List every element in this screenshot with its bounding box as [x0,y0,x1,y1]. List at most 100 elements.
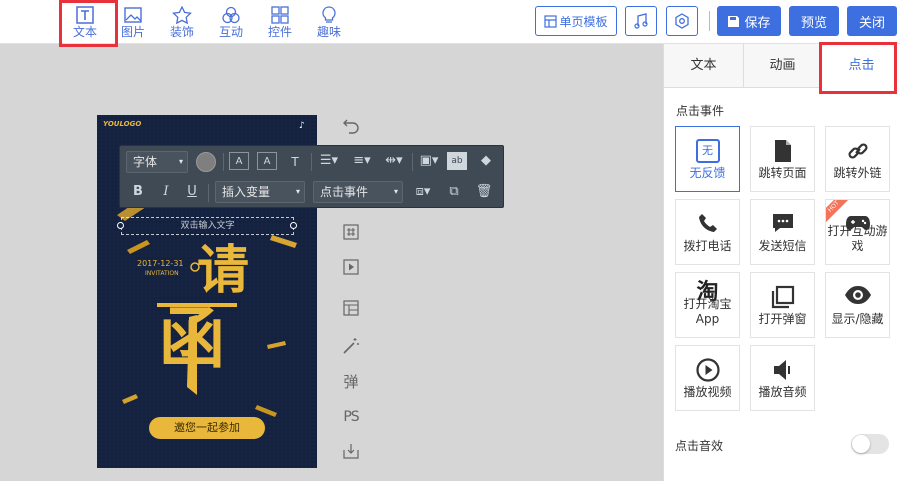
template-icon [544,14,558,28]
music-button[interactable] [625,6,657,36]
interaction-icon [222,6,240,24]
font-size-increase-icon[interactable]: A [229,152,249,170]
event-play-audio[interactable]: 播放音频 [750,345,815,411]
tiktok-icon: ♪ [299,121,305,131]
font-size-decrease-icon[interactable]: A [257,152,277,170]
click-event-label: 点击事件 [320,185,369,199]
event-jump-page[interactable]: 跳转页面 [750,126,815,192]
event-open-popup[interactable]: 打开弹窗 [750,272,815,338]
save-label: 保存 [744,15,771,31]
save-icon [728,15,740,27]
bold-button[interactable]: B [130,182,146,202]
event-label: 发送短信 [758,239,807,253]
play-icon-svg [343,259,359,275]
eraser-icon[interactable]: ◆ [475,151,497,171]
toolbar-separator [223,153,224,171]
event-external-link[interactable]: 跳转外链 [825,126,890,192]
background-color-icon[interactable]: ab [447,152,467,170]
poster-big-char-2: 函 [159,299,225,377]
letter-spacing-icon[interactable]: ⇹▾ [381,151,407,171]
copy-icon[interactable]: ⧉ [444,182,464,202]
delete-icon[interactable]: 🗑 [474,182,494,202]
event-label: 打开弹窗 [758,312,807,326]
event-label: 播放音频 [758,385,807,399]
top-toolbar: 文本 图片 装饰 互动 控件 趣味 单页模板 保存 预览 关闭 [0,0,900,44]
poster-big-char-1: 请 [197,240,250,301]
click-event-section-title: 点击事件 [676,104,725,118]
event-no-feedback[interactable]: 无 无反馈 [675,126,740,192]
event-open-taobao[interactable]: 淘 打开淘宝App [675,272,740,338]
tool-fun[interactable]: 趣味 [309,4,349,42]
click-event-select[interactable]: 点击事件 ▾ [313,181,403,203]
no-feedback-glyph: 无 [695,139,720,163]
line-height-icon[interactable]: ≡▾ [349,151,375,171]
italic-button[interactable]: I [158,182,174,202]
no-feedback-icon: 无 [676,139,739,165]
event-show-hide[interactable]: 显示/隐藏 [825,272,890,338]
ps-icon[interactable]: PS [341,407,361,427]
caret-down-icon: ▾ [393,187,398,196]
magic-wand-icon-svg [343,338,359,354]
magic-wand-icon[interactable] [341,337,361,357]
layout-icon[interactable] [341,300,361,320]
widget-grid-icon [271,6,289,24]
tool-interaction-label: 互动 [218,25,243,39]
save-button[interactable]: 保存 [717,6,781,36]
tool-image[interactable]: 图片 [113,4,153,42]
click-sound-label: 点击音效 [675,439,724,453]
single-page-template-button[interactable]: 单页模板 [535,6,617,36]
resize-handle-left[interactable] [117,222,124,229]
highlight-box-text-tool [59,0,118,47]
align-icon[interactable]: ☰▾ [316,151,342,171]
properties-panel: 文本 动画 点击 点击事件 无 无反馈 跳转页面 跳转外链 拨打电话 发送短信 … [663,44,900,481]
toolbar-separator [412,153,413,171]
tool-fun-label: 趣味 [316,25,341,39]
event-label: 播放视频 [683,385,732,399]
font-select-label: 字体 [133,155,158,169]
popup-icon[interactable]: 弹 [341,372,361,392]
download-icon[interactable] [341,443,361,463]
poster-cta-button[interactable]: 邀您一起参加 [149,417,265,439]
tool-widget[interactable]: 控件 [260,4,300,42]
text-spacing-icon[interactable]: T [285,152,305,172]
toggle-knob [852,435,870,453]
star-icon [172,6,192,24]
selected-text-box[interactable]: 双击输入文字 [121,217,294,235]
event-open-game[interactable]: HOT 打开互动游戏 [825,199,890,265]
eye-icon [826,285,889,311]
bulb-icon [322,6,336,23]
single-page-template-label: 单页模板 [559,14,608,29]
preview-button[interactable]: 预览 [789,6,839,36]
play-icon[interactable] [341,259,361,279]
settings-button[interactable] [666,6,698,36]
tab-text[interactable]: 文本 [664,44,744,88]
tool-decoration[interactable]: 装饰 [162,4,202,42]
link-icon [826,139,889,165]
event-send-sms[interactable]: 发送短信 [750,199,815,265]
tab-animation[interactable]: 动画 [744,44,822,88]
popup-window-icon [751,285,814,311]
event-label: 打开淘宝App [683,297,732,326]
undo-icon[interactable] [341,116,361,136]
sms-icon [751,212,814,238]
resize-handle-right[interactable] [290,222,297,229]
event-call-phone[interactable]: 拨打电话 [675,199,740,265]
caret-down-icon: ▾ [295,187,300,196]
gear-icon [675,13,689,29]
event-play-video[interactable]: 播放视频 [675,345,740,411]
shadow-icon[interactable]: ▣▾ [417,151,441,171]
tool-interaction[interactable]: 互动 [211,4,251,42]
click-sound-toggle[interactable] [851,434,889,454]
toolbar-divider [709,11,710,31]
close-button[interactable]: 关闭 [847,6,897,36]
preview-label: 预览 [800,15,827,31]
underline-button[interactable]: U [184,182,200,202]
event-label: 无反馈 [689,166,726,180]
event-label: 打开互动游戏 [827,224,888,253]
hash-icon[interactable] [341,224,361,244]
insert-variable-select[interactable]: 插入变量 ▾ [215,181,305,203]
font-family-select[interactable]: 字体 ▾ [126,151,188,173]
layer-order-icon[interactable]: ⧈▾ [410,182,436,202]
text-color-picker[interactable] [196,152,216,172]
tool-widget-label: 控件 [267,25,292,39]
